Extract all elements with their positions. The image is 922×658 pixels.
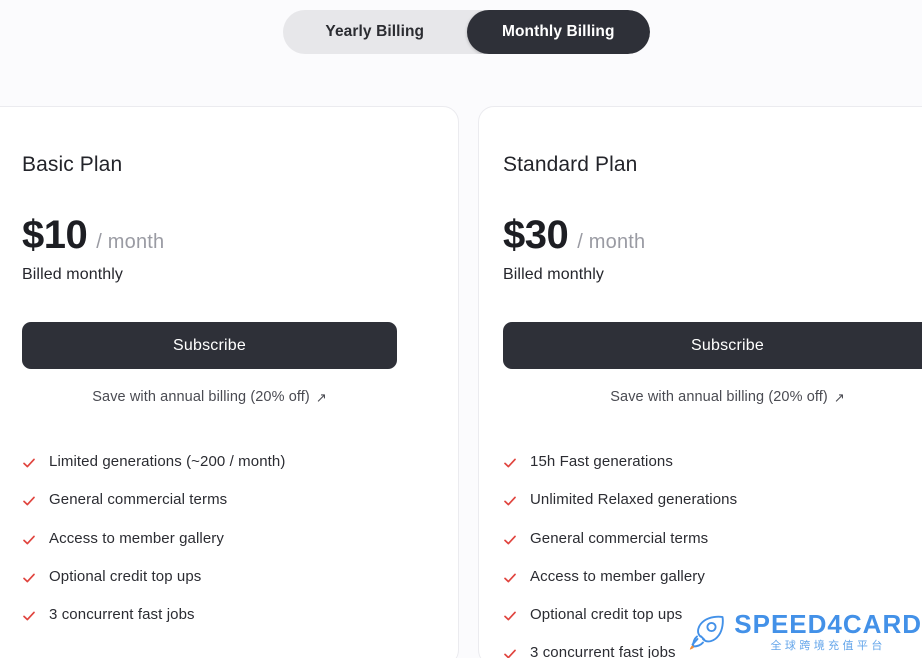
toggle-option-monthly[interactable]: Monthly Billing [466, 10, 650, 54]
check-icon [22, 456, 36, 470]
watermark-subtitle: 全球跨境充值平台 [770, 640, 886, 652]
feature-label: Limited generations (~200 / month) [49, 453, 286, 470]
feature-list-basic: Limited generations (~200 / month) Gener… [22, 453, 397, 623]
watermark-speed4card: SPEED4CARD 全球跨境充值平台 [687, 611, 922, 652]
subscribe-button-standard[interactable]: Subscribe [503, 322, 922, 369]
feature-item: Limited generations (~200 / month) [22, 453, 397, 470]
feature-item: 3 concurrent fast jobs [22, 606, 397, 623]
pricing-cards-container: Basic Plan $10 / month Billed monthly Su… [0, 106, 922, 658]
check-icon [503, 533, 517, 547]
feature-item: Optional credit top ups [22, 568, 397, 585]
price-amount-standard: $30 [503, 213, 569, 257]
feature-label: Access to member gallery [530, 567, 705, 585]
feature-label: General commercial terms [49, 491, 228, 509]
watermark-text: SPEED4CARD 全球跨境充值平台 [734, 611, 922, 652]
pricing-card-standard: Standard Plan $30 / month Billed monthly… [478, 106, 922, 658]
feature-label: General commercial terms [530, 529, 709, 547]
billing-period-toggle[interactable]: Yearly Billing Monthly Billing [283, 10, 650, 54]
feature-item: Access to member gallery [22, 530, 397, 547]
feature-item: General commercial terms [503, 530, 922, 547]
check-icon [22, 609, 36, 623]
check-icon [22, 494, 36, 508]
feature-label: Unlimited Relaxed generations [530, 491, 738, 509]
check-icon [503, 456, 517, 470]
price-period-standard: / month [577, 231, 646, 253]
feature-label: 3 concurrent fast jobs [530, 644, 676, 658]
pricing-card-basic: Basic Plan $10 / month Billed monthly Su… [0, 106, 459, 658]
feature-label: 15h Fast generations [530, 453, 673, 470]
annual-billing-link-basic[interactable]: Save with annual billing (20% off) ↗ [22, 389, 397, 405]
feature-item: Unlimited Relaxed generations [503, 491, 922, 508]
feature-label: Optional credit top ups [530, 606, 683, 623]
check-icon [22, 533, 36, 547]
arrow-up-right-icon: ↗ [315, 389, 327, 405]
annual-billing-label-basic: Save with annual billing (20% off) [92, 389, 310, 405]
feature-item: Access to member gallery [503, 568, 922, 585]
check-icon [503, 609, 517, 623]
arrow-up-right-icon: ↗ [833, 389, 845, 405]
price-row-standard: $30 / month [503, 215, 922, 255]
feature-label: Access to member gallery [49, 529, 224, 547]
feature-label: 3 concurrent fast jobs [49, 606, 195, 623]
price-period-basic: / month [96, 231, 165, 253]
check-icon [503, 571, 517, 585]
check-icon [503, 494, 517, 508]
subscribe-button-basic[interactable]: Subscribe [22, 322, 397, 369]
toggle-option-yearly[interactable]: Yearly Billing [283, 10, 467, 54]
watermark-title: SPEED4CARD [734, 609, 922, 639]
annual-billing-label-standard: Save with annual billing (20% off) [610, 389, 828, 405]
feature-item: General commercial terms [22, 491, 397, 508]
billed-note-standard: Billed monthly [503, 266, 605, 283]
price-amount-basic: $10 [22, 213, 88, 257]
feature-item: 15h Fast generations [503, 453, 922, 470]
plan-title-standard: Standard Plan [503, 153, 638, 176]
annual-billing-link-standard[interactable]: Save with annual billing (20% off) ↗ [503, 389, 922, 405]
check-icon [503, 647, 517, 658]
billed-note-basic: Billed monthly [22, 266, 124, 283]
feature-label: Optional credit top ups [49, 567, 202, 585]
rocket-icon [687, 614, 727, 650]
plan-title-basic: Basic Plan [22, 153, 123, 176]
price-row-basic: $10 / month [22, 215, 397, 255]
check-icon [22, 571, 36, 585]
